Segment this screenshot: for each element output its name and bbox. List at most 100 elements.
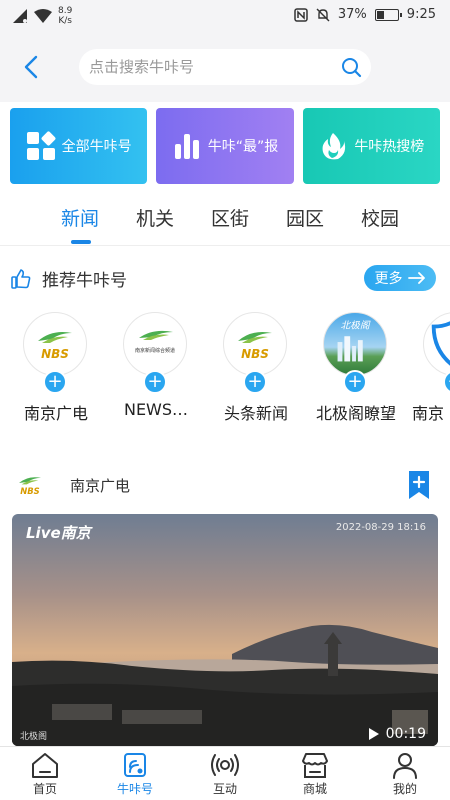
video-player[interactable]: Live南京 2022-08-29 18:16 北极阁 00:19 bbox=[12, 514, 438, 746]
tab-campus[interactable]: 校园 bbox=[361, 204, 399, 231]
grid-apps-icon bbox=[26, 131, 56, 160]
status-right: 37% 9:25 bbox=[294, 7, 436, 22]
avatar: NBS bbox=[23, 312, 87, 376]
bar-chart-icon bbox=[174, 134, 199, 159]
account-name: 南京 bbox=[412, 404, 445, 423]
user-icon bbox=[393, 753, 417, 779]
wifi-icon bbox=[34, 9, 52, 23]
signal-off-icon bbox=[13, 9, 27, 23]
nbs-logo-text: NBS bbox=[241, 347, 269, 361]
account-name: 北极阁瞭望 bbox=[315, 404, 396, 423]
mute-bell-icon bbox=[316, 8, 330, 21]
store-icon bbox=[302, 753, 328, 778]
news-channel-logo-text: 南京新闻综合频道 bbox=[135, 347, 175, 354]
flame-icon bbox=[322, 133, 346, 160]
source-logo-text: NBS bbox=[20, 486, 40, 496]
header bbox=[0, 32, 450, 102]
avatar: 南京新闻综合频道 bbox=[123, 312, 187, 376]
battery-percent: 37% bbox=[337, 7, 367, 22]
recommend-title: 推荐牛咔号 bbox=[42, 271, 127, 291]
news-channel-logo: 南京新闻综合频道 bbox=[135, 330, 175, 354]
account-name: 南京广电 bbox=[23, 404, 88, 423]
tab-districts[interactable]: 区街 bbox=[211, 204, 249, 231]
hot-search-label: 牛咔热搜榜 bbox=[354, 139, 425, 155]
sunset-scene bbox=[12, 514, 438, 746]
nbs-logo: NBS bbox=[19, 477, 41, 496]
more-button[interactable]: 更多 bbox=[364, 265, 436, 291]
search-input[interactable] bbox=[89, 49, 329, 85]
subscribe-bookmark-button[interactable] bbox=[408, 470, 430, 500]
all-accounts-label: 全部牛咔号 bbox=[61, 139, 132, 155]
source-name: 南京广电 bbox=[70, 476, 131, 495]
account-item[interactable]: NBS + 南京广电 bbox=[6, 312, 106, 427]
arrow-right-icon bbox=[407, 272, 425, 284]
more-label: 更多 bbox=[374, 271, 403, 287]
status-bar: 8.9 K/s 37% 9:25 bbox=[0, 0, 450, 32]
account-item[interactable]: + 南京 bbox=[406, 312, 450, 427]
nav-interact[interactable]: 互动 bbox=[180, 747, 270, 800]
account-item[interactable]: NBS + 头条新闻 bbox=[206, 312, 306, 427]
nbs-logo: NBS bbox=[238, 332, 272, 361]
avatar bbox=[423, 312, 450, 376]
battery-icon bbox=[374, 8, 402, 21]
follow-button[interactable]: + bbox=[243, 370, 267, 394]
status-left: 8.9 K/s bbox=[12, 6, 72, 26]
tab-news[interactable]: 新闻 bbox=[61, 204, 99, 231]
video-duration-text: 00:19 bbox=[385, 726, 426, 742]
skyline-logo: 北极阁 bbox=[337, 320, 371, 362]
nav-profile[interactable]: 我的 bbox=[360, 747, 450, 800]
feed-source[interactable]: NBS 南京广电 bbox=[10, 470, 130, 500]
battery-fill bbox=[376, 10, 384, 19]
clock: 9:25 bbox=[406, 7, 436, 22]
account-item[interactable]: 北极阁 + 北极阁瞭望 bbox=[306, 312, 406, 427]
all-accounts-card[interactable]: 全部牛咔号 bbox=[10, 108, 148, 184]
partial-shield-logo bbox=[431, 321, 450, 366]
nav-niuka-label: 牛咔号 bbox=[116, 782, 153, 796]
top-report-label: 牛咔“最”报 bbox=[207, 139, 279, 155]
chevron-left-icon bbox=[24, 55, 38, 79]
search-bar[interactable] bbox=[79, 49, 371, 85]
nav-interact-label: 互动 bbox=[212, 782, 237, 796]
network-speed: 8.9 K/s bbox=[58, 6, 72, 26]
video-timestamp: 2022-08-29 18:16 bbox=[335, 522, 426, 533]
account-name: 头条新闻 bbox=[223, 404, 288, 423]
play-icon[interactable] bbox=[368, 727, 380, 741]
network-speed-unit: K/s bbox=[58, 16, 72, 26]
nav-home-label: 首页 bbox=[32, 782, 57, 796]
tab-agencies[interactable]: 机关 bbox=[136, 204, 174, 231]
hot-search-card[interactable]: 牛咔热搜榜 bbox=[302, 108, 440, 184]
bookmark-plus-icon bbox=[409, 471, 429, 499]
nav-profile-label: 我的 bbox=[392, 782, 417, 796]
network-speed-value: 8.9 bbox=[58, 6, 73, 16]
nbs-logo-text: NBS bbox=[41, 347, 69, 361]
search-icon[interactable] bbox=[340, 56, 362, 78]
avatar: NBS bbox=[223, 312, 287, 376]
nfc-icon bbox=[294, 7, 308, 22]
home-icon bbox=[32, 753, 58, 778]
thumbs-up-icon bbox=[11, 268, 31, 289]
nav-store[interactable]: 商城 bbox=[270, 747, 360, 800]
video-duration: 00:19 bbox=[368, 726, 426, 742]
account-name: NEWS… bbox=[123, 400, 189, 419]
tab-parks[interactable]: 园区 bbox=[286, 204, 324, 231]
nav-home[interactable]: 首页 bbox=[0, 747, 90, 800]
follow-button[interactable]: + bbox=[143, 370, 167, 394]
recommend-header: 推荐牛咔号 bbox=[10, 266, 127, 291]
account-item[interactable]: 南京新闻综合频道 + NEWS… bbox=[106, 312, 206, 427]
video-location: 北极阁 bbox=[20, 732, 48, 742]
skyline-logo-text: 北极阁 bbox=[340, 320, 370, 332]
source-logo: NBS bbox=[10, 470, 50, 500]
niuka-icon bbox=[124, 753, 146, 777]
back-button[interactable] bbox=[20, 54, 44, 80]
tab-indicator bbox=[71, 240, 91, 244]
category-cards: 全部牛咔号 牛咔“最”报 牛咔热搜榜 bbox=[10, 108, 440, 184]
bottom-nav: 首页 牛咔号 互动 商城 我的 bbox=[0, 746, 450, 800]
nav-store-label: 商城 bbox=[302, 782, 327, 796]
follow-button[interactable]: + bbox=[343, 370, 367, 394]
follow-button[interactable]: + bbox=[43, 370, 67, 394]
avatar: 北极阁 bbox=[323, 312, 387, 376]
category-tabs: 新闻 机关 区街 园区 校园 bbox=[0, 196, 450, 246]
top-report-card[interactable]: 牛咔“最”报 bbox=[156, 108, 294, 184]
nav-niuka[interactable]: 牛咔号 bbox=[90, 747, 180, 800]
nbs-logo: NBS bbox=[38, 332, 72, 361]
